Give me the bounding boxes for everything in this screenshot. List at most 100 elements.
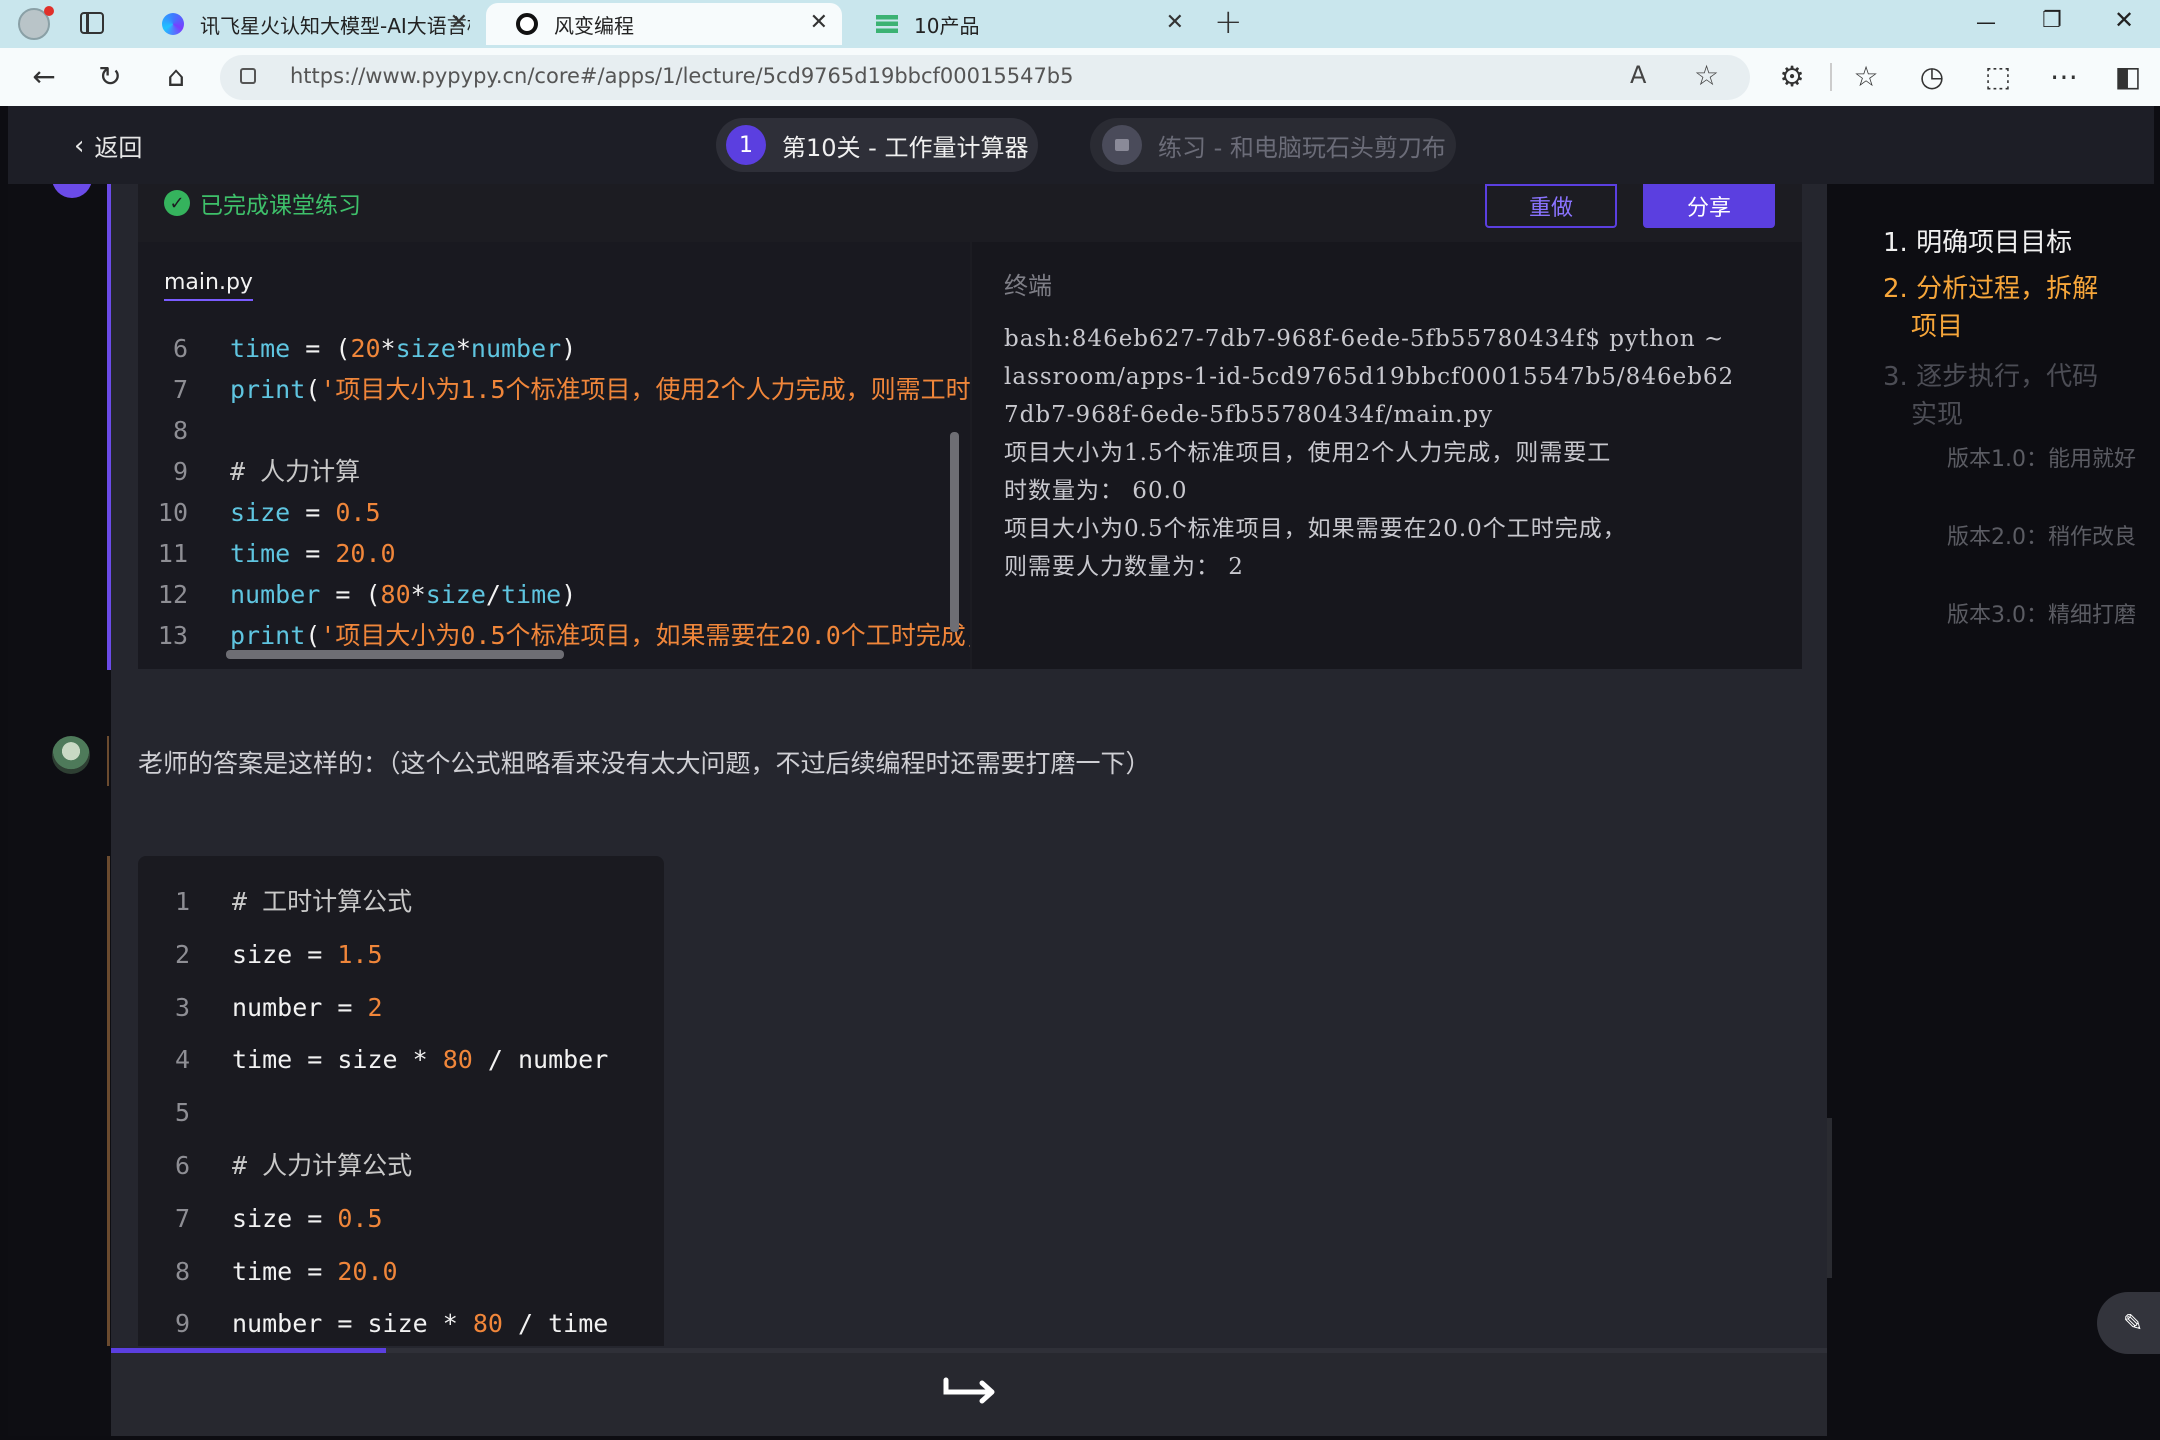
tab-actions-icon[interactable]: [80, 12, 104, 34]
back-button[interactable]: ‹ 返回: [74, 128, 142, 163]
code-text: # 人力计算: [230, 451, 360, 492]
terminal-line: bash:846eb627-7db7-968f-6ede-5fb55780434…: [1004, 326, 1725, 352]
code-token: (: [305, 375, 321, 404]
code-token: = (: [320, 580, 381, 609]
tab-xunfei[interactable]: 讯飞星火认知大模型-AI大语言模 ✕: [132, 3, 482, 45]
reload-icon[interactable]: ↻: [88, 48, 132, 106]
terminal-line: 7db7-968f-6ede-5fb55780434f/main.py: [1004, 402, 1494, 428]
code-token: 80: [472, 1309, 503, 1339]
terminal-line: 项目大小为0.5个标准项目，如果需要在20.0个工时完成，: [1004, 516, 1627, 542]
outline-subitem-2[interactable]: 版本2.0：稍作改良: [1947, 522, 2147, 554]
code-token: # 人力计算公式: [232, 1150, 413, 1180]
tab-fengbian[interactable]: 风变编程 ✕: [486, 3, 842, 45]
code-token: 80: [442, 1045, 473, 1075]
favorites-icon[interactable]: ☆: [1844, 48, 1888, 106]
terminal-panel: 终端 bash:846eb627-7db7-968f-6ede-5fb55780…: [972, 242, 1802, 669]
practice-level-pill[interactable]: 练习 - 和电脑玩石头剪刀布: [1090, 118, 1456, 172]
code-token: time =: [232, 1256, 338, 1286]
teacher-message: 老师的答案是这样的：（这个公式粗略看来没有太大问题，不过后续编程时还需要打磨一下…: [138, 749, 1151, 778]
outline-subitem-3[interactable]: 版本3.0：精细打磨: [1947, 600, 2147, 632]
code-line: 9 # 人力计算: [138, 451, 970, 492]
screenshot-icon[interactable]: ⬚: [1976, 48, 2020, 106]
code-editor[interactable]: main.py 6 time = (20*size*number) 7 print(…: [138, 242, 970, 669]
close-icon[interactable]: ✕: [810, 10, 828, 35]
line-number: 7: [172, 375, 188, 404]
address-bar[interactable]: https://www.pypypy.cn/core#/apps/1/lectu…: [220, 55, 1750, 100]
tab-label: 10产品: [914, 13, 980, 38]
code-token: (: [305, 621, 321, 650]
favorite-star-icon[interactable]: ☆: [1694, 59, 1719, 92]
line-number: 8: [174, 1256, 190, 1286]
code-token: time: [230, 539, 291, 568]
code-lines: 6 time = (20*size*number) 7 print('项目大小为1.…: [138, 328, 970, 656]
restore-icon[interactable]: ❐: [2042, 8, 2062, 33]
code-token: /: [485, 580, 501, 609]
outline-item-3[interactable]: 3. 逐步执行，代码实现: [1883, 358, 2123, 434]
current-level-pill[interactable]: 1 第10关 - 工作量计算器: [716, 118, 1038, 172]
tab-10-products[interactable]: 10产品 ✕: [846, 3, 1198, 45]
practice-title: 练习 - 和电脑玩石头剪刀布: [1158, 133, 1446, 162]
close-icon[interactable]: ✕: [1166, 10, 1184, 35]
note-edit-button[interactable]: ✎: [2097, 1292, 2160, 1354]
code-token: ): [561, 334, 577, 363]
sidebar-toggle-icon[interactable]: ◧: [2106, 48, 2150, 106]
extensions-icon[interactable]: ⚙: [1770, 48, 1814, 106]
code-text: size = 1.5: [232, 929, 383, 982]
tab-label: 风变编程: [554, 13, 634, 38]
code-token: size: [425, 580, 486, 609]
horizontal-scrollbar[interactable]: [226, 650, 564, 659]
close-window-icon[interactable]: ✕: [2114, 6, 2134, 34]
code-text: size = 0.5: [230, 492, 381, 533]
minimize-icon[interactable]: —: [1976, 10, 1996, 34]
url-text[interactable]: https://www.pypypy.cn/core#/apps/1/lectu…: [290, 64, 1074, 88]
more-icon[interactable]: ⋯: [2042, 48, 2086, 106]
home-icon[interactable]: ⌂: [154, 48, 198, 106]
line-number: 8: [172, 416, 188, 445]
code-token: 20.0: [337, 1256, 398, 1286]
code-token: 20.0: [335, 539, 396, 568]
code-line: 6 # 人力计算公式: [138, 1140, 664, 1193]
avatar-column: [8, 184, 111, 1436]
teacher-code-block: 1 # 工时计算公式 2 size = 1.5 3 number = 2 4 time …: [138, 856, 664, 1346]
outline-item-1[interactable]: 1. 明确项目目标: [1883, 224, 2123, 262]
level-number-badge: 1: [726, 125, 766, 165]
code-token: print: [230, 621, 306, 650]
read-aloud-icon[interactable]: A: [1630, 61, 1646, 89]
code-token: 2: [367, 992, 383, 1022]
back-arrow-icon[interactable]: ←: [22, 48, 66, 106]
file-tab-main-py[interactable]: main.py: [164, 270, 253, 301]
lock-icon: [240, 68, 256, 84]
outline-subitem-1[interactable]: 版本1.0：能用就好: [1947, 444, 2147, 476]
code-token: # 人力计算: [230, 457, 361, 486]
code-token: size: [395, 334, 456, 363]
code-token: # 工时计算公式: [232, 887, 413, 916]
code-text: time = 20.0: [230, 533, 396, 574]
vertical-scrollbar[interactable]: [950, 432, 959, 632]
code-token: time = size *: [232, 1045, 443, 1075]
code-token: *: [380, 334, 396, 363]
profile-notification-dot: [44, 6, 54, 16]
outline-item-2[interactable]: 2. 分析过程，拆解项目: [1883, 270, 2123, 346]
code-token: number: [470, 334, 562, 363]
new-tab-icon[interactable]: +: [1214, 2, 1243, 42]
completed-label: 已完成课堂练习: [200, 193, 361, 219]
history-icon[interactable]: ◷: [1910, 48, 1954, 106]
back-label: 返回: [94, 134, 143, 162]
close-icon[interactable]: ✕: [450, 10, 468, 35]
share-button[interactable]: 分享: [1643, 184, 1775, 228]
lesson-top-nav: ‹ 返回 1 第10关 - 工作量计算器 练习 - 和电脑玩石头剪刀布: [8, 106, 2154, 184]
code-token: print: [230, 375, 306, 404]
code-line: 8 time = 20.0: [138, 1246, 664, 1299]
pencil-icon: ✎: [2123, 1309, 2144, 1337]
code-line: 7 print('项目大小为1.5个标准项目，使用2个人力完成，则需工时数量为：'…: [138, 369, 970, 410]
code-text: # 人力计算公式: [232, 1140, 412, 1193]
line-number: 2: [174, 939, 190, 969]
redo-button[interactable]: 重做: [1485, 184, 1617, 228]
continue-arrow-icon[interactable]: [942, 1376, 998, 1406]
code-token: number: [230, 580, 321, 609]
code-token: 0.5: [337, 1203, 383, 1233]
line-number: 6: [172, 334, 188, 363]
sidebar-scrollbar[interactable]: [1827, 1118, 1832, 1278]
teacher-code-lines: 1 # 工时计算公式 2 size = 1.5 3 number = 2 4 time …: [138, 876, 664, 1346]
code-line: 9 number = size * 80 / time: [138, 1298, 664, 1346]
